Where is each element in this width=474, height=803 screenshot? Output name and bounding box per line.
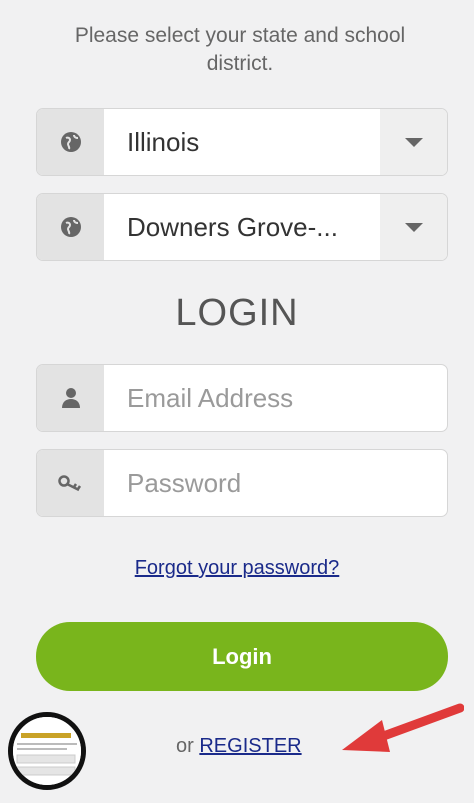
email-placeholder: Email Address [127, 382, 294, 413]
register-line: or REGISTER [176, 735, 302, 758]
forgot-password-link[interactable]: Forgot your password? [0, 557, 474, 580]
register-link[interactable]: REGISTER [199, 735, 301, 757]
district-dropdown-toggle[interactable] [380, 194, 447, 260]
password-placeholder: Password [127, 467, 242, 498]
email-field[interactable]: Email Address [36, 364, 448, 432]
district-select[interactable]: Downers Grove-... [36, 193, 448, 261]
login-heading: LOGIN [175, 292, 299, 334]
password-field[interactable]: Password [36, 449, 448, 517]
app-thumbnail-image [8, 712, 86, 790]
instructions-text: Please select your state and school dist… [74, 24, 406, 75]
state-dropdown-toggle[interactable] [380, 109, 447, 175]
key-icon [37, 450, 104, 516]
district-select-value: Downers Grove-... [127, 211, 338, 242]
chevron-down-icon [404, 137, 423, 147]
chevron-down-icon [404, 222, 423, 232]
globe-icon [37, 194, 104, 260]
globe-icon [37, 109, 104, 175]
user-icon [37, 365, 104, 431]
login-button[interactable]: Login [36, 622, 448, 691]
state-select[interactable]: Illinois [36, 108, 448, 176]
red-arrow-annotation [342, 703, 464, 752]
register-prefix: or [176, 735, 194, 757]
state-select-value: Illinois [127, 126, 200, 157]
